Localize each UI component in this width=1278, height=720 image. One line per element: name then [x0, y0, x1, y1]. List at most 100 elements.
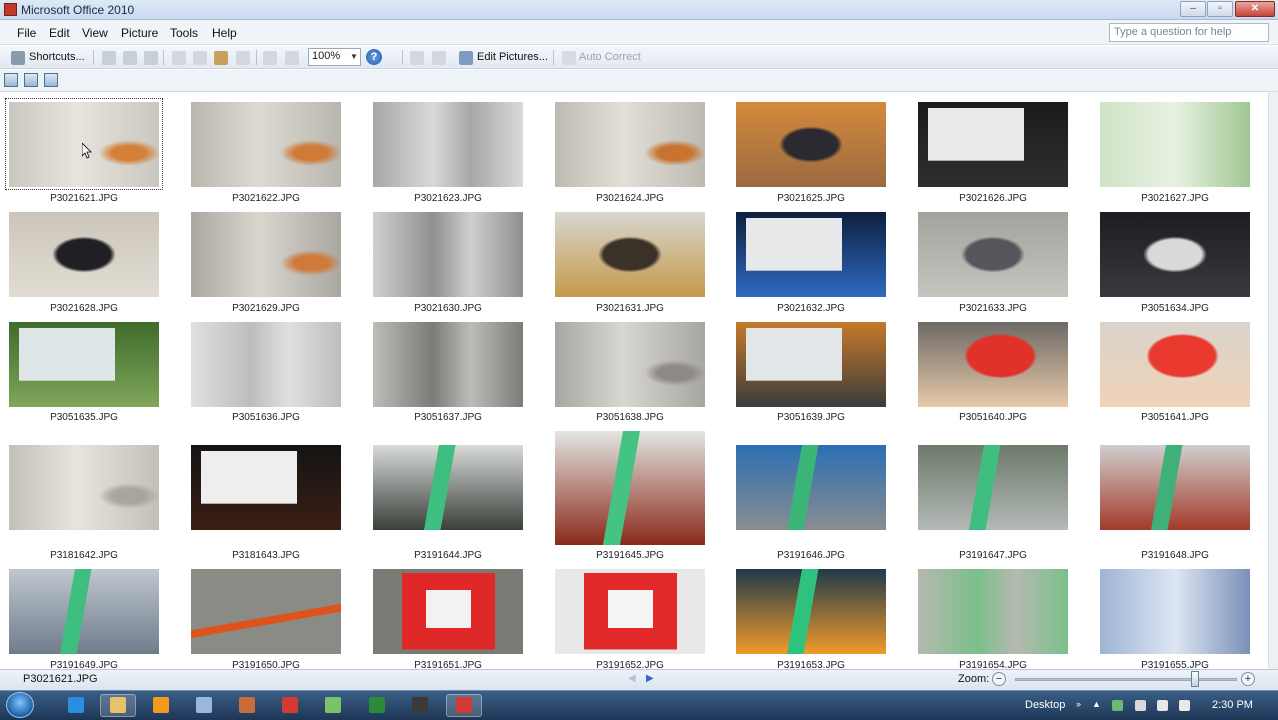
menu-picture[interactable]: Picture [121, 26, 158, 40]
thumbnail-image[interactable] [736, 322, 886, 407]
zoom-out-button[interactable]: − [992, 672, 1006, 686]
zoom-slider-thumb[interactable] [1190, 671, 1199, 687]
delete-icon[interactable] [236, 51, 250, 65]
zoom-in-button[interactable]: + [1241, 672, 1255, 686]
thumbnail-caption[interactable]: P3181643.JPG [176, 550, 356, 561]
thumbnail-caption[interactable]: P3021625.JPG [721, 193, 901, 204]
thumbnail-image[interactable] [1100, 445, 1250, 530]
thumbnail-image[interactable] [918, 322, 1068, 407]
rotate-right-icon[interactable] [432, 51, 446, 65]
email-icon[interactable] [144, 51, 158, 65]
thumbnail-caption[interactable]: P3191654.JPG [903, 660, 1083, 669]
thumbnail-caption[interactable]: P3021630.JPG [358, 303, 538, 314]
thumbnail-caption[interactable]: P3191652.JPG [540, 660, 720, 669]
help-icon[interactable]: ? [366, 49, 382, 65]
thumbnail-caption[interactable]: P3021629.JPG [176, 303, 356, 314]
thumbnail-caption[interactable]: P3191648.JPG [1085, 550, 1265, 561]
thumbnail-image[interactable] [373, 569, 523, 654]
thumbnail-caption[interactable]: P3051635.JPG [0, 412, 174, 423]
thumbnail-caption[interactable]: P3191649.JPG [0, 660, 174, 669]
thumbnail-image[interactable] [191, 322, 341, 407]
thumbnail-image[interactable] [555, 212, 705, 297]
copy-icon[interactable] [193, 51, 207, 65]
maximize-button[interactable]: ▫ [1207, 1, 1233, 17]
print-icon[interactable] [123, 51, 137, 65]
redo-icon[interactable] [285, 51, 299, 65]
thumbnail-image[interactable] [555, 431, 705, 545]
paste-icon[interactable] [214, 51, 228, 65]
close-button[interactable]: ✕ [1235, 1, 1275, 17]
auto-correct-button[interactable]: Auto Correct [579, 49, 641, 66]
thumbnail-caption[interactable]: P3021628.JPG [0, 303, 174, 314]
thumbnail-image[interactable] [736, 102, 886, 187]
tray-sync-icon[interactable] [1112, 700, 1123, 711]
thumbnail-caption[interactable]: P3021626.JPG [903, 193, 1083, 204]
thumbnail-caption[interactable]: P3021633.JPG [903, 303, 1083, 314]
show-hidden-icons[interactable]: ▲ [1092, 699, 1101, 709]
thumbnail-image[interactable] [191, 569, 341, 654]
menu-file[interactable]: File [17, 26, 36, 40]
thumbnail-image[interactable] [9, 569, 159, 654]
thumbnail-caption[interactable]: P3021624.JPG [540, 193, 720, 204]
thumbnail-image[interactable] [373, 445, 523, 530]
thumbnail-caption[interactable]: P3051639.JPG [721, 412, 901, 423]
shortcuts-button[interactable]: Shortcuts... [29, 49, 85, 66]
thumbnail-caption[interactable]: P3021631.JPG [540, 303, 720, 314]
thumbnail-image[interactable] [918, 569, 1068, 654]
thumbnail-image[interactable] [191, 445, 341, 530]
thumbnail-caption[interactable]: P3021632.JPG [721, 303, 901, 314]
thumbnail-caption[interactable]: P3051638.JPG [540, 412, 720, 423]
cut-icon[interactable] [172, 51, 186, 65]
thumbnail-image[interactable] [736, 569, 886, 654]
previous-arrow-icon[interactable]: ◀ [628, 673, 636, 684]
thumbnail-image[interactable] [373, 102, 523, 187]
undo-icon[interactable] [263, 51, 277, 65]
thumbnail-image[interactable] [9, 322, 159, 407]
menu-help[interactable]: Help [212, 26, 237, 40]
thumbnail-image[interactable] [736, 212, 886, 297]
thumbnail-caption[interactable]: P3051636.JPG [176, 412, 356, 423]
thumbnail-image[interactable] [555, 102, 705, 187]
thumbnail-image[interactable] [1100, 569, 1250, 654]
clock[interactable]: 2:30 PM [1212, 699, 1253, 711]
thumbnail-caption[interactable]: P3021627.JPG [1085, 193, 1265, 204]
thumbnail-image[interactable] [9, 212, 159, 297]
thumbnail-caption[interactable]: P3021621.JPG [0, 193, 174, 204]
next-arrow-icon[interactable]: ▶ [646, 673, 654, 684]
save-icon[interactable] [102, 51, 116, 65]
vertical-scrollbar[interactable] [1268, 92, 1278, 669]
menu-view[interactable]: View [82, 26, 108, 40]
thumbnail-image[interactable] [918, 212, 1068, 297]
thumbnail-image[interactable] [9, 445, 159, 530]
zoom-slider[interactable] [1015, 678, 1237, 681]
thumbnail-caption[interactable]: P3051641.JPG [1085, 412, 1265, 423]
thumbnail-image[interactable] [918, 102, 1068, 187]
thumbnail-image[interactable] [191, 102, 341, 187]
thumbnail-caption[interactable]: P3191651.JPG [358, 660, 538, 669]
thumbnails-view-icon[interactable] [4, 73, 18, 87]
filmstrip-view-icon[interactable] [24, 73, 38, 87]
thumbnail-image[interactable] [1100, 102, 1250, 187]
zoom-select[interactable]: 100% ▼ [308, 48, 361, 66]
single-picture-view-icon[interactable] [44, 73, 58, 87]
help-search-input[interactable]: Type a question for help [1109, 23, 1269, 42]
thumbnail-caption[interactable]: P3021623.JPG [358, 193, 538, 204]
tray-flag-icon[interactable] [1135, 700, 1146, 711]
minimize-button[interactable]: – [1180, 1, 1206, 17]
menu-edit[interactable]: Edit [49, 26, 70, 40]
volume-icon[interactable] [1179, 700, 1190, 711]
thumbnail-image[interactable] [373, 322, 523, 407]
thumbnail-caption[interactable]: P3191646.JPG [721, 550, 901, 561]
thumbnail-caption[interactable]: P3051634.JPG [1085, 303, 1265, 314]
thumbnail-image[interactable] [1100, 322, 1250, 407]
thumbnail-caption[interactable]: P3181642.JPG [0, 550, 174, 561]
edit-pictures-button[interactable]: Edit Pictures... [477, 49, 548, 66]
thumbnail-caption[interactable]: P3051640.JPG [903, 412, 1083, 423]
start-button[interactable] [6, 692, 34, 718]
thumbnail-image[interactable] [373, 212, 523, 297]
thumbnail-caption[interactable]: P3191645.JPG [540, 550, 720, 561]
thumbnail-caption[interactable]: P3191655.JPG [1085, 660, 1265, 669]
thumbnail-caption[interactable]: P3021622.JPG [176, 193, 356, 204]
thumbnail-image[interactable] [1100, 212, 1250, 297]
thumbnail-caption[interactable]: P3191653.JPG [721, 660, 901, 669]
